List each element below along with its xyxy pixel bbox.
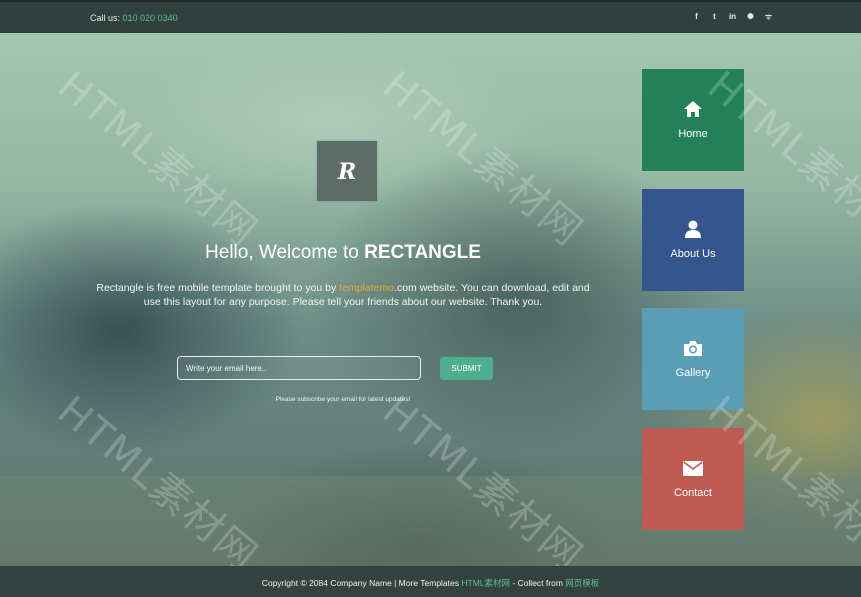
phone-number[interactable]: 010 020 0340 bbox=[123, 13, 178, 23]
copyright-mid: - Collect from bbox=[510, 578, 566, 588]
linkedin-icon[interactable]: in bbox=[728, 12, 737, 21]
twitter-icon[interactable]: t bbox=[710, 12, 719, 21]
tile-contact-label: Contact bbox=[674, 487, 712, 499]
title-prefix: Hello, Welcome to bbox=[205, 242, 365, 263]
call-us: Call us: 010 020 0340 bbox=[90, 13, 178, 23]
call-label: Call us: bbox=[90, 13, 121, 23]
user-icon bbox=[685, 220, 701, 238]
envelope-icon bbox=[683, 461, 703, 476]
submit-button[interactable]: SUBMIT bbox=[440, 357, 493, 380]
footer-link-html[interactable]: HTML素材网 bbox=[461, 578, 510, 588]
dribbble-icon[interactable]: ✺ bbox=[746, 12, 755, 21]
facebook-icon[interactable]: f bbox=[692, 12, 701, 21]
home-icon bbox=[684, 101, 702, 117]
logo: R bbox=[317, 141, 377, 201]
title-brand: RECTANGLE bbox=[364, 242, 481, 263]
top-bar: Call us: 010 020 0340 f t in ✺ ᯤ bbox=[0, 0, 861, 33]
copyright: Copyright © 2084 Company Name | More Tem… bbox=[0, 577, 861, 589]
tile-home[interactable]: Home bbox=[642, 69, 744, 171]
intro-before: Rectangle is free mobile template brough… bbox=[96, 282, 340, 294]
intro-text: Rectangle is free mobile template brough… bbox=[90, 281, 596, 309]
footer-link-templates[interactable]: 网页模板 bbox=[565, 578, 599, 588]
tile-gallery[interactable]: Gallery bbox=[642, 308, 744, 410]
subscribe-note: Please subscribe your email for latest u… bbox=[275, 396, 411, 403]
page-title: Hello, Welcome to RECTANGLE bbox=[0, 242, 686, 264]
copyright-text: Copyright © 2084 Company Name | More Tem… bbox=[261, 578, 462, 588]
tile-about-us-label: About Us bbox=[670, 248, 716, 260]
logo-letter-icon: R bbox=[337, 159, 356, 183]
rss-icon[interactable]: ᯤ bbox=[764, 12, 773, 21]
camera-icon bbox=[684, 341, 702, 356]
footer: Copyright © 2084 Company Name | More Tem… bbox=[0, 566, 861, 597]
tile-about-us[interactable]: About Us bbox=[642, 189, 744, 291]
tile-contact[interactable]: Contact bbox=[642, 428, 744, 530]
tile-gallery-label: Gallery bbox=[675, 367, 711, 379]
tile-home-label: Home bbox=[678, 128, 708, 140]
social-links: f t in ✺ ᯤ bbox=[692, 12, 773, 21]
email-input[interactable] bbox=[177, 356, 421, 380]
templatemo-link[interactable]: templatemo bbox=[339, 282, 394, 294]
svg-text:R: R bbox=[337, 159, 356, 183]
